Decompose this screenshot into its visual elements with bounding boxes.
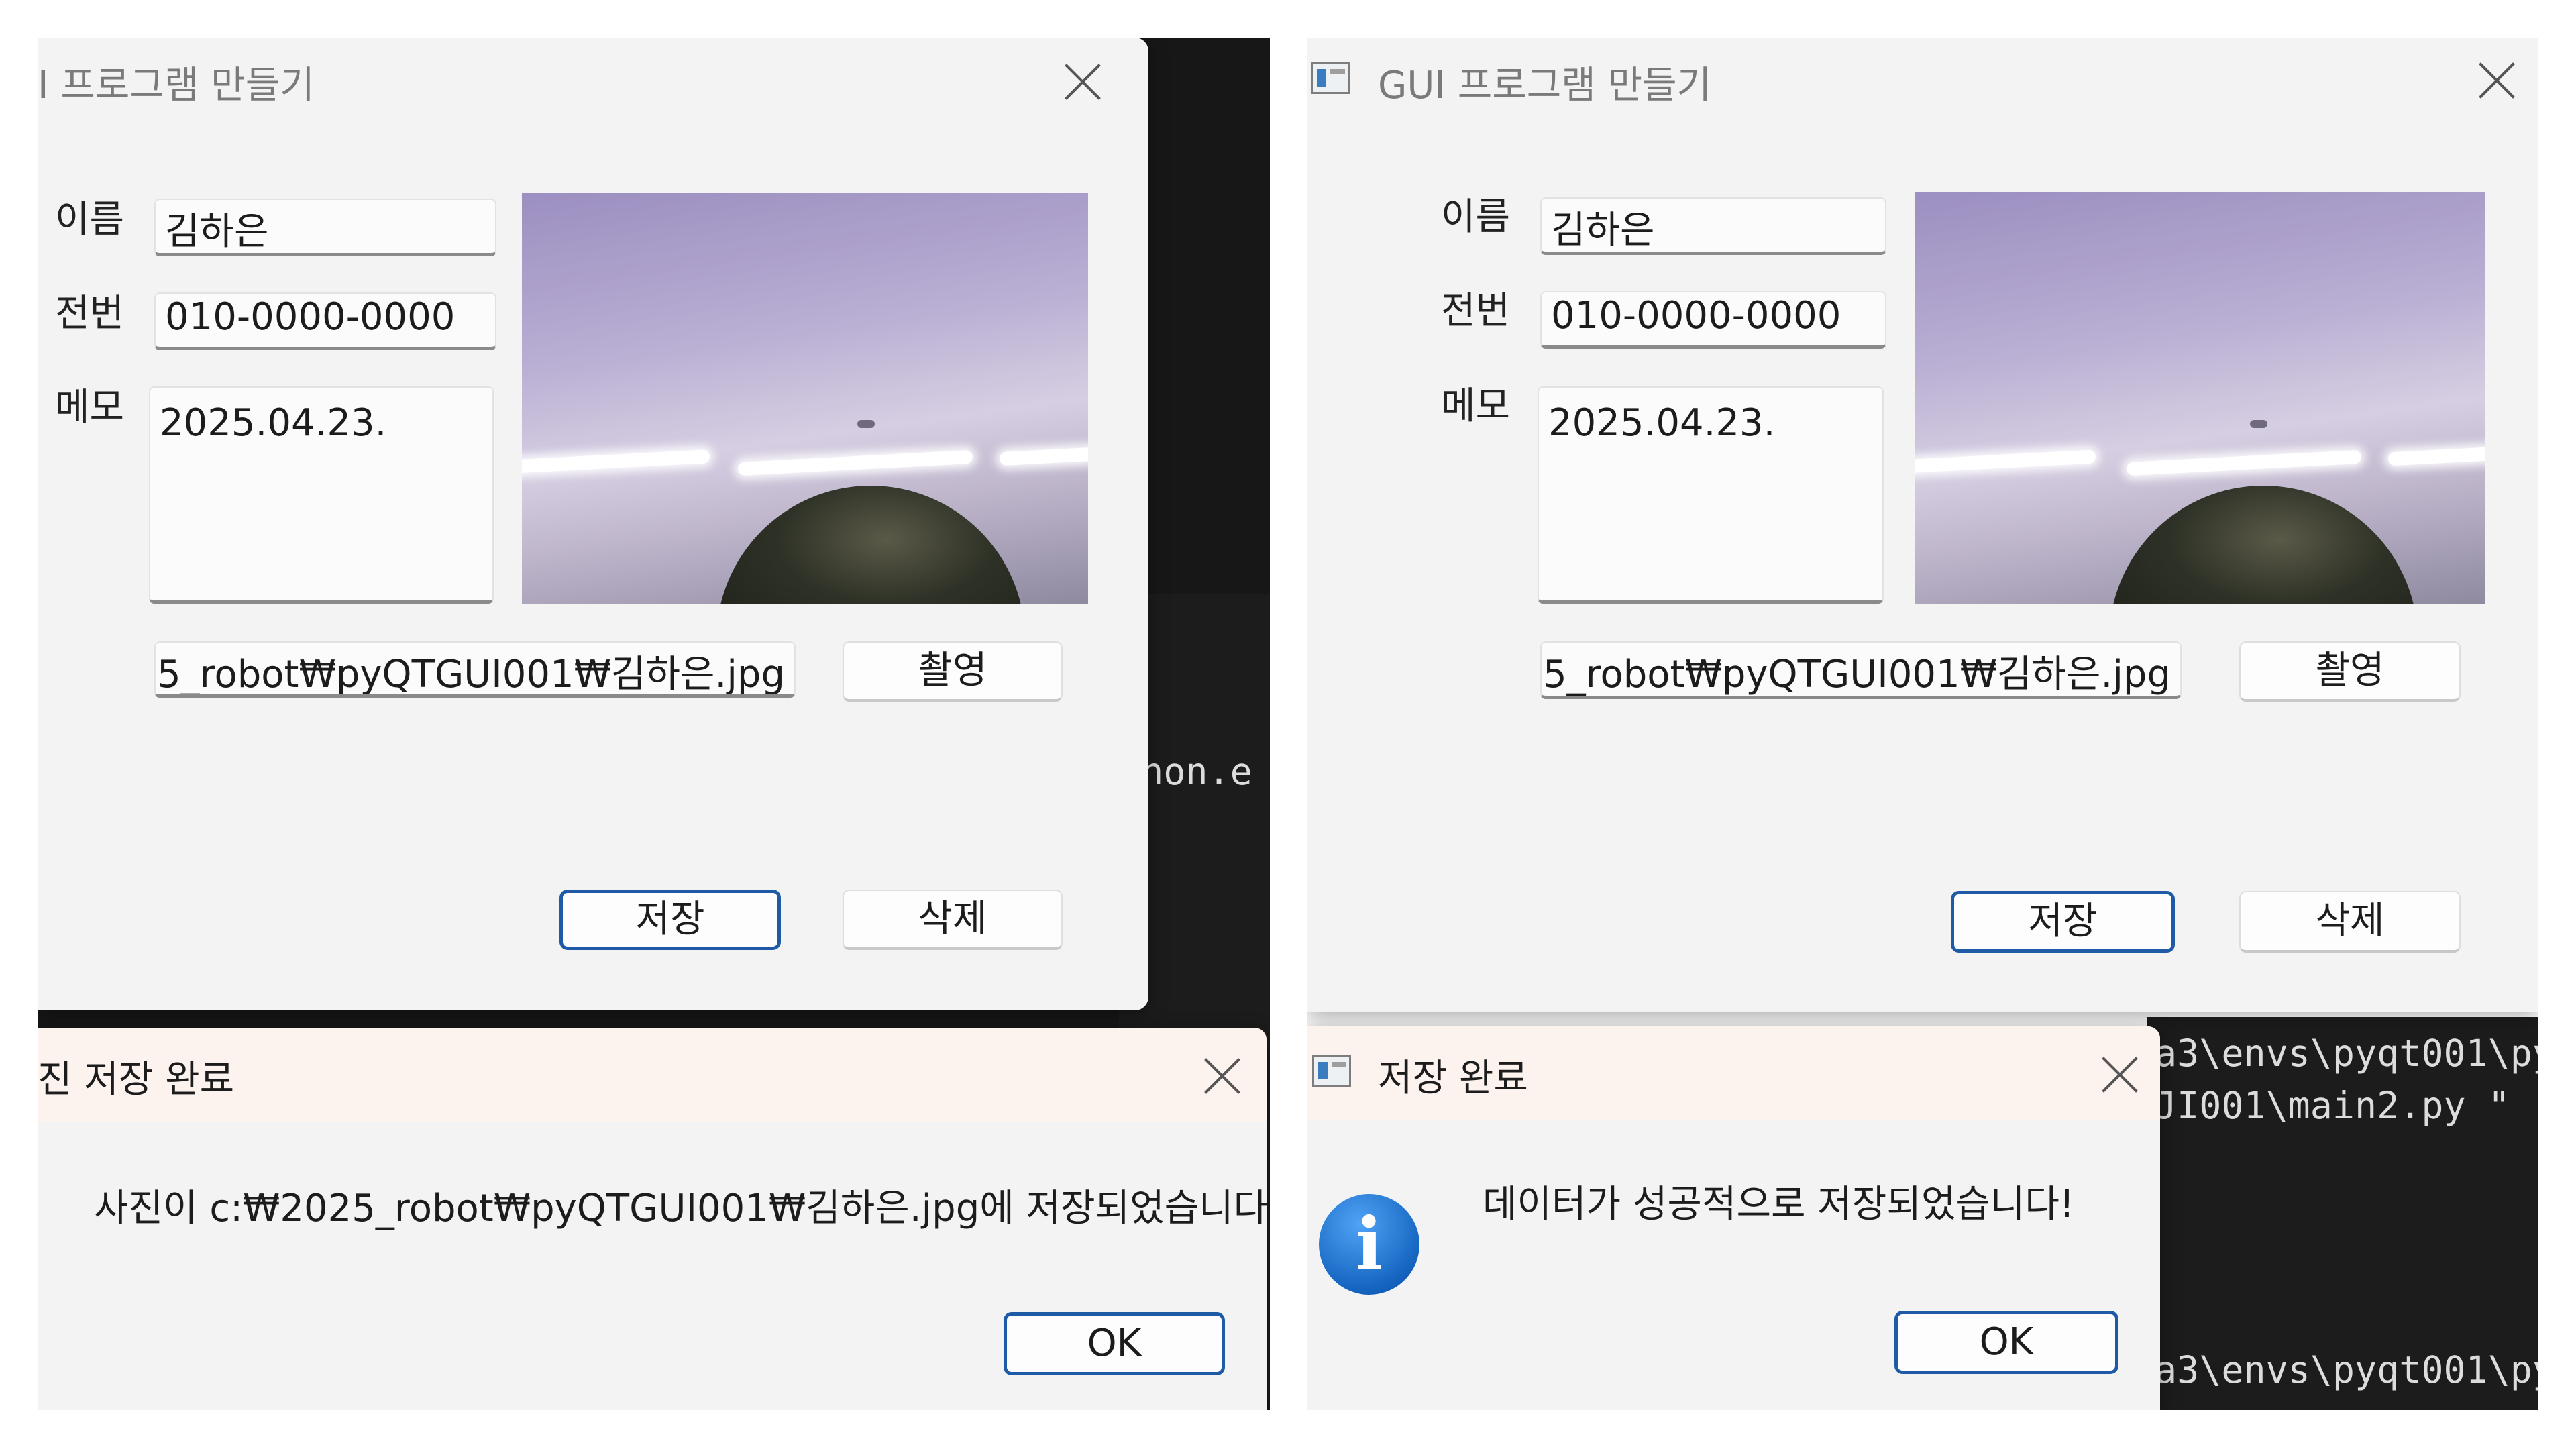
main-window: I 프로그램 만들기 이름 전번 메모 김하은 010-0000-0000 20… bbox=[38, 38, 1148, 1010]
name-input[interactable]: 김하은 bbox=[1540, 197, 1886, 255]
info-icon: i bbox=[1319, 1194, 1419, 1295]
close-icon[interactable] bbox=[2477, 60, 2517, 101]
memo-textarea[interactable]: 2025.04.23. bbox=[149, 386, 494, 604]
window-app-icon bbox=[1311, 62, 1350, 94]
name-label: 이름 bbox=[1441, 195, 1511, 239]
memo-textarea[interactable]: 2025.04.23. bbox=[1538, 386, 1884, 604]
file-path-text: 2025_robot₩pyQTGUI001₩김하은.jpg bbox=[1540, 653, 2171, 696]
phone-input[interactable]: 010-0000-0000 bbox=[1540, 291, 1886, 349]
file-path-input[interactable]: 2025_robot₩pyQTGUI001₩김하은.jpg bbox=[1540, 641, 2182, 699]
phone-label: 전번 bbox=[1441, 289, 1511, 333]
file-path-text: 2025_robot₩pyQTGUI001₩김하은.jpg bbox=[154, 653, 785, 696]
capture-button[interactable]: 촬영 bbox=[2239, 641, 2461, 702]
save-complete-dialog: 저장 완료 i 데이터가 성공적으로 저장되었습니다! OK bbox=[1307, 1026, 2160, 1410]
right-screenshot-panel: a3\envs\pyqt001\py JI001\main2.py " a3\e… bbox=[1307, 38, 2538, 1410]
main-window: GUI 프로그램 만들기 이름 전번 메모 김하은 010-0000-0000 … bbox=[1307, 38, 2538, 1012]
person-head bbox=[716, 486, 1025, 604]
camera-preview-image bbox=[522, 193, 1088, 604]
ceiling-light bbox=[2387, 446, 2485, 466]
ceiling-spot bbox=[857, 420, 875, 428]
ceiling-light bbox=[999, 446, 1088, 466]
phone-input[interactable]: 010-0000-0000 bbox=[154, 292, 496, 350]
terminal-line: JI001\main2.py " bbox=[2155, 1084, 2510, 1127]
name-input[interactable]: 김하은 bbox=[154, 199, 496, 256]
close-icon[interactable] bbox=[2100, 1055, 2140, 1095]
ceiling-light bbox=[737, 449, 973, 476]
ceiling-light bbox=[2126, 449, 2362, 476]
memo-label: 메모 bbox=[55, 386, 125, 429]
name-label: 이름 bbox=[55, 198, 125, 241]
save-button[interactable]: 저장 bbox=[559, 890, 781, 950]
window-title: I 프로그램 만들기 bbox=[38, 64, 315, 107]
ceiling-light bbox=[522, 449, 710, 474]
photo-saved-dialog: 진 저장 완료 사진이 c:₩2025_robot₩pyQTGUI001₩김하은… bbox=[38, 1028, 1267, 1410]
delete-button[interactable]: 삭제 bbox=[843, 890, 1063, 950]
dialog-message: 사진이 c:₩2025_robot₩pyQTGUI001₩김하은.jpg에 저장… bbox=[94, 1187, 1267, 1230]
ok-button[interactable]: OK bbox=[1894, 1311, 2118, 1374]
dialog-message: 데이터가 성공적으로 저장되었습니다! bbox=[1483, 1183, 2075, 1226]
person-head bbox=[2109, 486, 2418, 604]
capture-button[interactable]: 촬영 bbox=[843, 641, 1063, 702]
ok-button[interactable]: OK bbox=[1004, 1312, 1225, 1375]
phone-label: 전번 bbox=[55, 292, 125, 335]
left-screenshot-panel: thon.e I 프로그램 만들기 이름 전번 메모 김하은 010-0000-… bbox=[38, 38, 1270, 1410]
terminal-background: a3\envs\pyqt001\py JI001\main2.py " a3\e… bbox=[2147, 1017, 2538, 1410]
file-path-input[interactable]: 2025_robot₩pyQTGUI001₩김하은.jpg bbox=[154, 641, 796, 698]
close-icon[interactable] bbox=[1202, 1056, 1242, 1096]
ceiling-spot bbox=[2250, 420, 2267, 428]
dialog-title: 저장 완료 bbox=[1378, 1057, 1528, 1100]
terminal-line: a3\envs\pyqt001\py bbox=[2155, 1032, 2538, 1075]
delete-button[interactable]: 삭제 bbox=[2239, 891, 2461, 953]
camera-preview-image bbox=[1915, 192, 2485, 604]
terminal-line: a3\envs\pyqt001\py bbox=[2155, 1348, 2538, 1391]
save-button[interactable]: 저장 bbox=[1951, 891, 2175, 953]
close-icon[interactable] bbox=[1063, 62, 1103, 102]
ceiling-light bbox=[1915, 449, 2096, 474]
window-app-icon bbox=[1312, 1055, 1351, 1087]
dialog-title: 진 저장 완료 bbox=[38, 1058, 235, 1102]
memo-label: 메모 bbox=[1441, 384, 1511, 428]
window-title: GUI 프로그램 만들기 bbox=[1378, 64, 1712, 107]
